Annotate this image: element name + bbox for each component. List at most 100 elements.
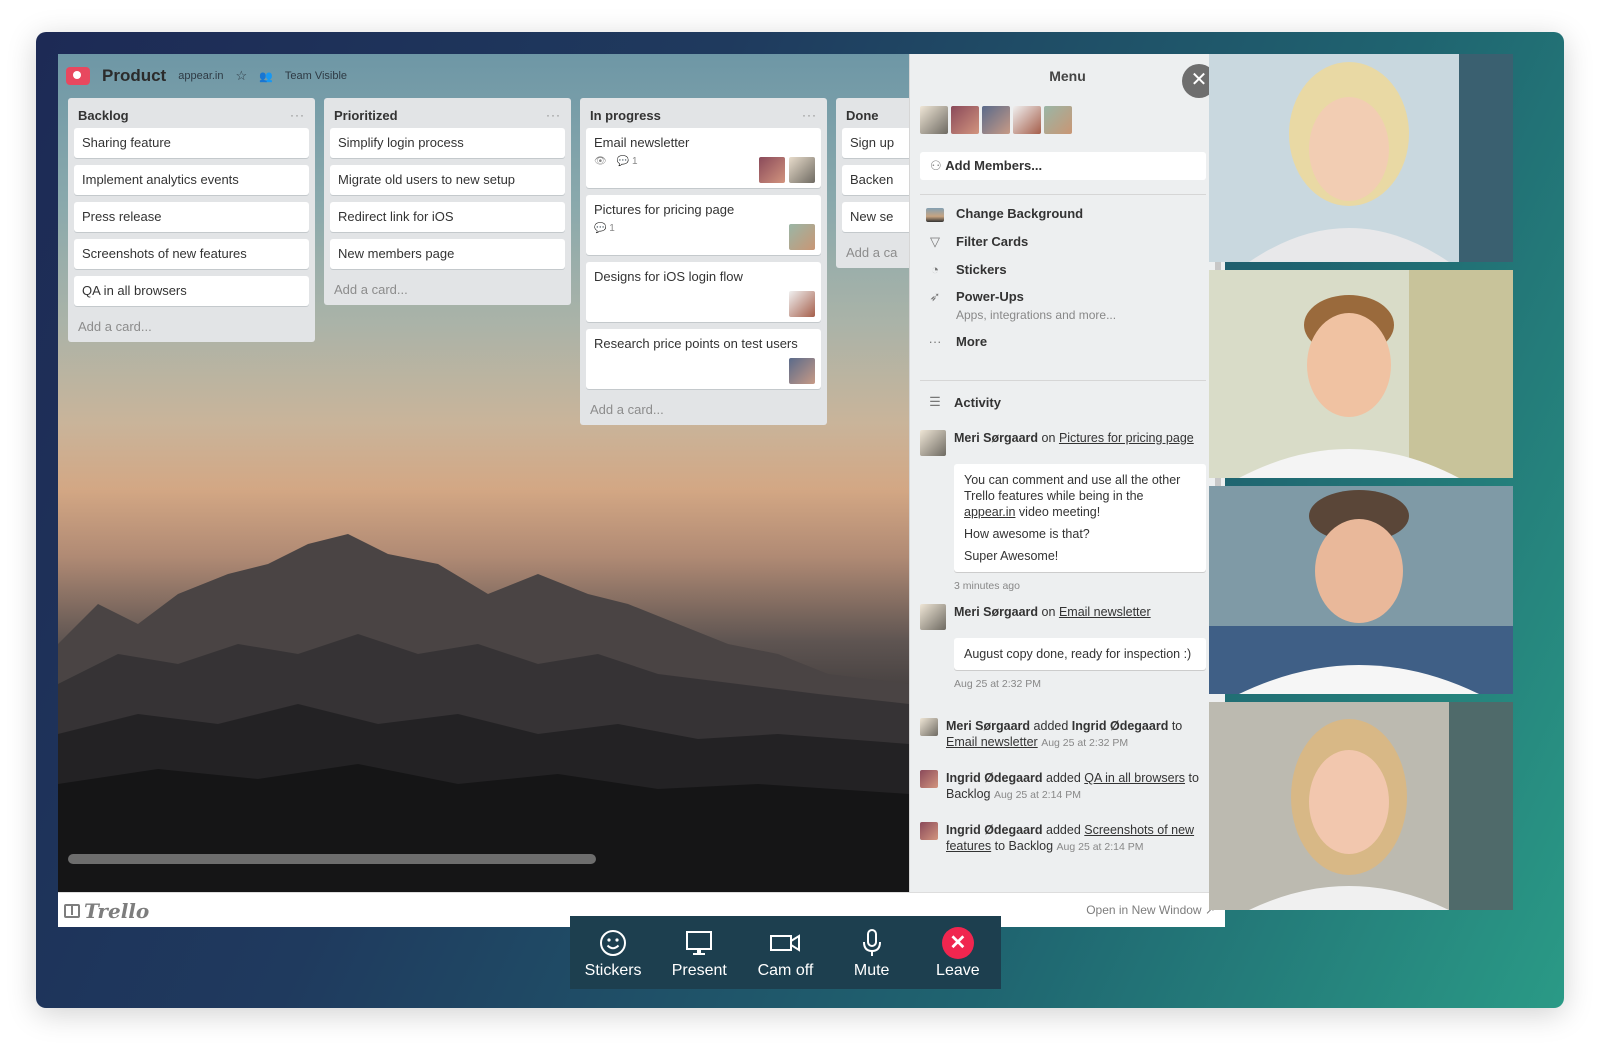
card[interactable]: Implement analytics events <box>74 165 309 195</box>
open-in-new-window-link[interactable]: Open in New Window ↗ <box>1086 903 1215 917</box>
leave-button[interactable]: ✕ Leave <box>918 926 998 980</box>
card[interactable]: Sharing feature <box>74 128 309 158</box>
avatar[interactable] <box>982 106 1010 134</box>
menu-item-power-ups[interactable]: ➶ Power-Ups Apps, integrations and more... <box>926 289 1212 322</box>
list-icon: ☰ <box>929 394 941 409</box>
comment-icon: 💬 1 <box>616 156 638 167</box>
stickers-button[interactable]: Stickers <box>573 926 653 980</box>
star-icon[interactable]: ☆ <box>236 68 248 84</box>
background-swatch-icon <box>926 208 944 222</box>
member-avatars <box>920 106 1072 134</box>
activity-item: Ingrid Ødegaard added QA in all browsers… <box>920 770 1206 803</box>
comment: August copy done, ready for inspection :… <box>954 638 1206 670</box>
add-card-button[interactable]: Add a card... <box>74 313 309 336</box>
camera-icon <box>769 926 801 960</box>
avatar <box>920 430 946 456</box>
card[interactable]: Pictures for pricing page 💬 1 <box>586 195 821 255</box>
horizontal-scrollbar[interactable] <box>68 854 596 864</box>
mute-button[interactable]: Mute <box>832 926 912 980</box>
trello-embed: Product appear.in ☆ 👥 Team Visible Backl… <box>58 54 1225 927</box>
card[interactable]: Designs for iOS login flow <box>586 262 821 322</box>
menu-item-filter-cards[interactable]: ▽ Filter Cards <box>926 234 1212 250</box>
present-button[interactable]: Present <box>659 926 739 980</box>
card[interactable]: Sign up <box>842 128 909 158</box>
menu-item-more[interactable]: ··· More <box>926 334 1212 349</box>
card[interactable]: QA in all browsers <box>74 276 309 306</box>
visibility-label[interactable]: Team Visible <box>285 70 347 82</box>
avatar[interactable] <box>920 106 948 134</box>
call-toolbar: Stickers Present Cam off Mute ✕ Leave <box>570 916 1001 989</box>
menu-items: Change Background ▽ Filter Cards ◔ Sticker… <box>926 206 1212 361</box>
avatar <box>789 224 815 250</box>
avatar <box>920 604 946 630</box>
board-header: Product appear.in ☆ 👥 Team Visible <box>66 64 347 88</box>
add-card-button[interactable]: Add a card... <box>586 396 821 419</box>
list-backlog: Backlog ··· Sharing feature Implement ana… <box>68 98 315 342</box>
avatar <box>789 291 815 317</box>
trello-board-icon <box>64 904 80 918</box>
list-title: Done <box>846 107 879 123</box>
smiley-icon <box>598 926 628 960</box>
avatar[interactable] <box>1013 106 1041 134</box>
card-link[interactable]: Email newsletter <box>946 735 1038 749</box>
participant-video-2 <box>1209 270 1513 478</box>
card[interactable]: Backen <box>842 165 909 195</box>
appearin-logo-icon <box>66 67 90 85</box>
card[interactable]: Screenshots of new features <box>74 239 309 269</box>
card-link[interactable]: QA in all browsers <box>1084 771 1185 785</box>
add-card-button[interactable]: Add a card... <box>330 276 565 299</box>
list-menu-icon[interactable]: ··· <box>802 108 817 122</box>
cam-off-button[interactable]: Cam off <box>745 926 825 980</box>
participant-video-3 <box>1209 486 1513 694</box>
add-card-button[interactable]: Add a ca <box>842 239 909 262</box>
card[interactable]: Migrate old users to new setup <box>330 165 565 195</box>
timestamp: Aug 25 at 2:14 PM <box>993 789 1081 801</box>
list-title: In progress <box>590 107 661 123</box>
timestamp: Aug 25 at 2:32 PM <box>954 678 1041 690</box>
card[interactable]: Email newsletter 👁 💬 1 <box>586 128 821 188</box>
activity-item: Ingrid Ødegaard added Screenshots of new… <box>920 822 1206 855</box>
card-link[interactable]: Pictures for pricing page <box>1059 431 1194 445</box>
list-menu-icon[interactable]: ··· <box>546 108 561 122</box>
comment: You can comment and use all the other Tr… <box>954 464 1206 572</box>
card[interactable]: New se <box>842 202 909 232</box>
avatar <box>920 770 938 788</box>
list-prioritized: Prioritized ··· Simplify login process Mi… <box>324 98 571 305</box>
sticker-icon: ◔ <box>931 262 939 277</box>
appearin-link[interactable]: appear.in <box>964 505 1015 519</box>
board-title[interactable]: Product <box>102 66 166 86</box>
board: Product appear.in ☆ 👥 Team Visible Backl… <box>58 54 909 892</box>
card-link[interactable]: Email newsletter <box>1059 605 1151 619</box>
card[interactable]: Press release <box>74 202 309 232</box>
menu-item-change-background[interactable]: Change Background <box>926 206 1212 222</box>
mountain-background <box>58 534 909 892</box>
card[interactable]: Redirect link for iOS <box>330 202 565 232</box>
timestamp: 3 minutes ago <box>954 580 1020 592</box>
add-members-button[interactable]: ⚇ Add Members... <box>920 152 1206 180</box>
divider <box>920 380 1206 381</box>
list-in-progress: In progress ··· Email newsletter 👁 💬 1 Pic… <box>580 98 827 425</box>
menu-title: Menu <box>1049 68 1086 84</box>
activity-heading: ☰ Activity <box>926 394 1001 410</box>
avatar <box>920 718 938 736</box>
microphone-icon <box>857 926 887 960</box>
card[interactable]: Research price points on test users <box>586 329 821 389</box>
card[interactable]: Simplify login process <box>330 128 565 158</box>
avatar <box>789 358 815 384</box>
avatar[interactable] <box>1044 106 1072 134</box>
activity-item: Meri Sørgaard on Email newsletter August… <box>920 604 1206 690</box>
list-menu-icon[interactable]: ··· <box>290 108 305 122</box>
filter-icon: ▽ <box>930 234 940 249</box>
workspace-name[interactable]: appear.in <box>178 70 223 82</box>
rocket-icon: ➶ <box>929 289 941 304</box>
avatar <box>759 157 785 183</box>
trello-logo: Trello <box>64 899 149 923</box>
video-call-window: Product appear.in ☆ 👥 Team Visible Backl… <box>36 32 1564 1008</box>
team-icon: 👥 <box>259 70 273 83</box>
menu-item-stickers[interactable]: ◔ Stickers <box>926 262 1212 277</box>
avatar[interactable] <box>951 106 979 134</box>
participant-video-4 <box>1209 702 1513 910</box>
card[interactable]: New members page <box>330 239 565 269</box>
monitor-icon <box>684 926 714 960</box>
comment-icon: 💬 1 <box>594 223 615 234</box>
